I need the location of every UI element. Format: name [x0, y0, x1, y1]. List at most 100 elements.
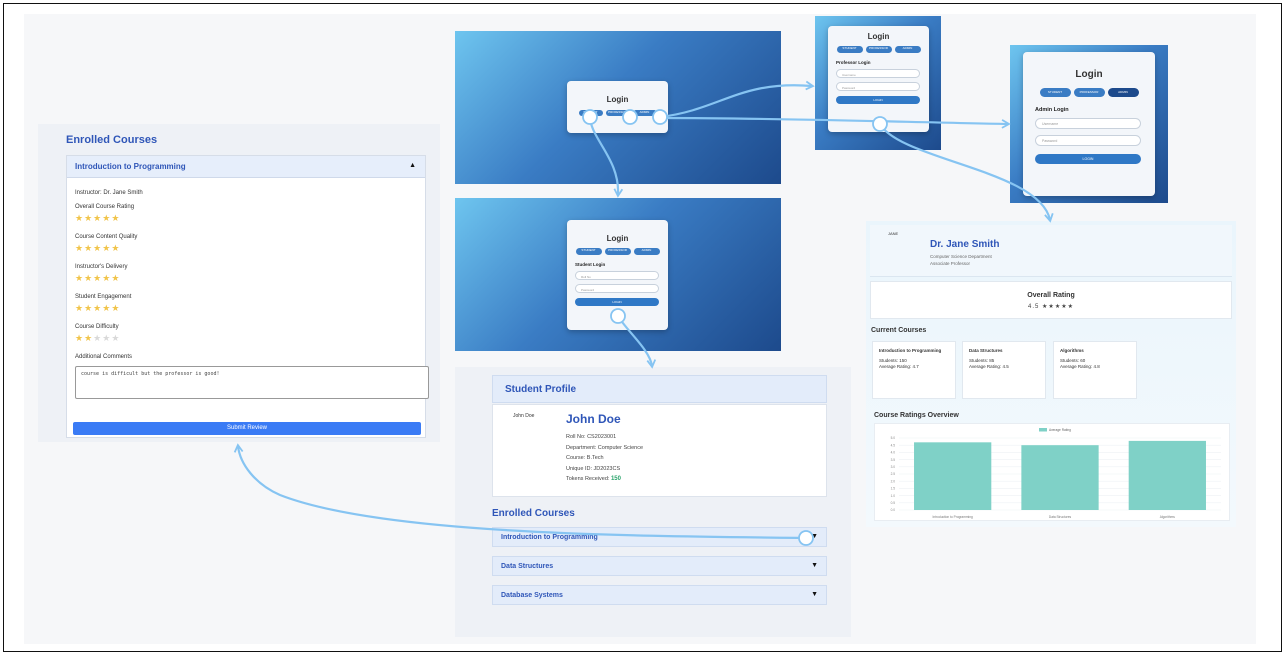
course-accordion-label: Data Structures	[501, 563, 554, 570]
role-tab-professor[interactable]: PROFESSOR	[865, 46, 892, 53]
chart-x-tick-label: Introduction to Programming	[933, 515, 973, 519]
professor-position: Associate Professor	[930, 261, 971, 266]
star-icon[interactable]: ★	[84, 303, 93, 313]
star-rating: ★★★★★	[75, 303, 417, 322]
course-accordion-data-structures[interactable]: Data Structures ▼	[492, 556, 827, 576]
chart-y-tick-label: 1.0	[891, 494, 896, 498]
course-program: Course: B.Tech	[566, 455, 604, 461]
chart-bar	[914, 442, 992, 510]
enrolled-courses-title: Enrolled Courses	[492, 508, 575, 519]
login-subtitle: Admin Login	[1035, 107, 1069, 113]
star-rating: ★★★★★	[75, 243, 417, 262]
review-body: Instructor: Dr. Jane Smith Overall Cours…	[67, 178, 429, 409]
role-tab-professor[interactable]: PROFESSOR	[1073, 88, 1105, 97]
rating-criterion-label: Course Content Quality	[75, 234, 138, 240]
role-tab-admin[interactable]: ADMIN	[633, 248, 660, 255]
role-tab-professor[interactable]: PROFESSOR	[605, 110, 630, 116]
course-card[interactable]: Introduction to Programming Students: 15…	[872, 341, 956, 399]
star-icon[interactable]: ★	[102, 303, 111, 313]
chart-y-tick-label: 4.0	[891, 451, 896, 455]
comments-label: Additional Comments	[75, 354, 133, 360]
collapse-caret-icon[interactable]: ▲	[409, 162, 416, 169]
password-input[interactable]: Password	[1035, 135, 1141, 146]
star-icon[interactable]: ★	[84, 243, 93, 253]
star-rating: ★★★★★	[75, 333, 417, 352]
role-tab-admin[interactable]: ADMIN	[632, 110, 657, 116]
role-tab-student[interactable]: STUDENT	[1039, 88, 1071, 97]
avatar: John Doe	[513, 413, 535, 419]
submit-review-button[interactable]: Submit Review	[73, 422, 421, 435]
rating-criterion-label: Student Engagement	[75, 294, 132, 300]
role-tab-student[interactable]: STUDENT	[836, 46, 863, 53]
password-input[interactable]: Password	[836, 82, 920, 91]
rating-criterion-label: Instructor's Delivery	[75, 264, 128, 270]
star-icon[interactable]: ★	[75, 213, 84, 223]
course-card[interactable]: Algorithms Students: 60 Average Rating: …	[1053, 341, 1137, 399]
professor-header: JANE Dr. Jane Smith Computer Science Dep…	[870, 225, 1232, 277]
professor-department: Computer Science Department	[930, 254, 992, 259]
star-icon[interactable]: ★	[84, 273, 93, 283]
star-icon[interactable]: ★	[75, 273, 84, 283]
star-icon[interactable]: ★	[111, 333, 120, 343]
course-card[interactable]: Data Structures Students: 85 Average Rat…	[962, 341, 1046, 399]
admin-login-card: Login STUDENT PROFESSOR ADMIN Admin Logi…	[1023, 52, 1155, 196]
professor-subtitle: Computer Science Department Associate Pr…	[930, 253, 992, 267]
star-icon[interactable]: ★	[75, 333, 84, 343]
student-name: John Doe	[566, 412, 621, 426]
star-icon[interactable]: ★	[75, 243, 84, 253]
review-course-header[interactable]: Introduction to Programming ▲	[67, 156, 425, 178]
expand-caret-icon[interactable]: ▼	[811, 591, 818, 598]
login-subtitle: Student Login	[575, 262, 606, 267]
role-tabs: STUDENT PROFESSOR ADMIN	[567, 248, 668, 255]
expand-caret-icon[interactable]: ▼	[811, 562, 818, 569]
star-rating: ★★★★★	[75, 273, 417, 292]
login-button[interactable]: LOGIN	[1035, 154, 1141, 164]
star-icon[interactable]: ★	[111, 303, 120, 313]
password-input[interactable]: Password	[575, 284, 659, 293]
login-button[interactable]: LOGIN	[836, 96, 920, 104]
star-icon[interactable]: ★	[93, 273, 102, 283]
star-icon[interactable]: ★	[102, 243, 111, 253]
role-tab-student[interactable]: STUDENT	[575, 248, 602, 255]
course-accordion-label: Database Systems	[501, 592, 563, 599]
course-card-name: Introduction to Programming	[879, 348, 942, 353]
star-icon[interactable]: ★	[111, 213, 120, 223]
role-tab-student[interactable]: STUDENT	[578, 110, 603, 116]
star-icon[interactable]: ★	[93, 213, 102, 223]
chart-x-tick-label: Data Structures	[1049, 515, 1072, 519]
star-icon[interactable]: ★	[102, 273, 111, 283]
review-instructor: Instructor: Dr. Jane Smith	[75, 190, 143, 196]
review-card: Introduction to Programming ▲ Instructor…	[66, 155, 429, 438]
star-icon[interactable]: ★	[102, 213, 111, 223]
login-title: Login	[606, 95, 629, 104]
login-title: Login	[1075, 69, 1103, 80]
login-screen-student: Login STUDENT PROFESSOR ADMIN Student Lo…	[455, 198, 781, 351]
comments-textarea[interactable]: course is difficult but the professor is…	[75, 366, 429, 399]
role-tab-professor[interactable]: PROFESSOR	[604, 248, 631, 255]
star-icon[interactable]: ★	[84, 333, 93, 343]
expand-caret-icon[interactable]: ▼	[811, 533, 818, 540]
login-button[interactable]: LOGIN	[575, 298, 659, 306]
star-icon[interactable]: ★	[111, 243, 120, 253]
star-icon[interactable]: ★	[75, 303, 84, 313]
course-card-name: Data Structures	[969, 348, 1003, 353]
star-icon[interactable]: ★	[102, 333, 111, 343]
chart-y-tick-label: 2.0	[891, 479, 896, 483]
course-accordion-intro-programming[interactable]: Introduction to Programming ▼	[492, 527, 827, 547]
role-tab-admin[interactable]: ADMIN	[1107, 88, 1139, 97]
star-icon[interactable]: ★	[93, 333, 102, 343]
role-tab-admin[interactable]: ADMIN	[894, 46, 921, 53]
star-icon[interactable]: ★	[93, 243, 102, 253]
star-icon[interactable]: ★	[93, 303, 102, 313]
username-input[interactable]: Username	[836, 69, 920, 78]
username-input[interactable]: Username	[1035, 118, 1141, 129]
course-accordion-database-systems[interactable]: Database Systems ▼	[492, 585, 827, 605]
star-icon[interactable]: ★	[111, 273, 120, 283]
unique-id: Unique ID: JD2023CS	[566, 465, 621, 472]
chart-y-tick-label: 3.0	[891, 465, 896, 469]
login-card: Login STUDENT PROFESSOR ADMIN	[567, 81, 668, 133]
star-icon[interactable]: ★	[84, 213, 93, 223]
roll-number-input[interactable]: Roll No	[575, 271, 659, 280]
rating-criterion-label: Course Difficulty	[75, 324, 119, 330]
role-tabs: STUDENT PROFESSOR ADMIN	[567, 110, 668, 116]
